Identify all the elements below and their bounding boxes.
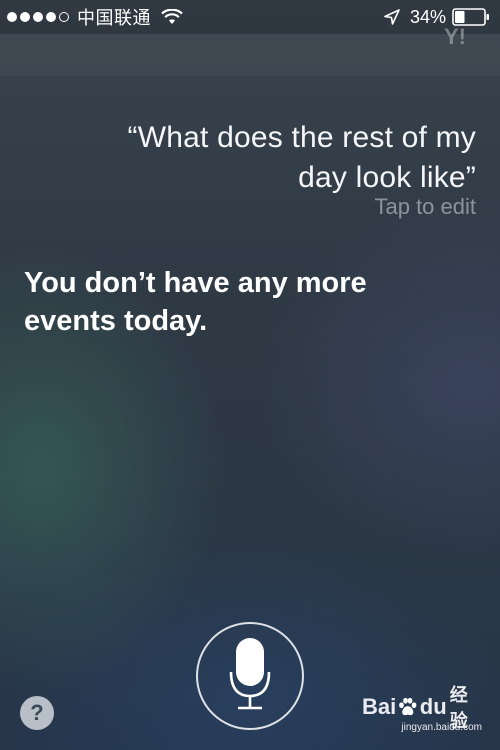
battery-percent: 34% bbox=[409, 6, 446, 27]
signal-dot bbox=[7, 12, 17, 22]
signal-dot bbox=[59, 12, 69, 22]
yahoo-logo-icon: Y! bbox=[444, 26, 466, 48]
status-bar: 中国联通 34% bbox=[0, 0, 500, 34]
siri-query-text[interactable]: “What does the rest of my day look like” bbox=[96, 118, 476, 198]
microphone-icon bbox=[229, 638, 271, 710]
microphone-button[interactable] bbox=[196, 622, 304, 730]
wifi-icon bbox=[161, 9, 183, 24]
siri-answer-text: You don’t have any more events today. bbox=[24, 267, 367, 337]
baidu-jingyan-watermark: Bai du 经验 jingyan.baidu.com bbox=[362, 685, 482, 738]
location-arrow-icon bbox=[384, 9, 400, 25]
paw-icon bbox=[399, 697, 417, 716]
battery-icon bbox=[452, 8, 489, 26]
siri-screen: 中国联通 34% Y! “What does the rest of my da… bbox=[0, 0, 500, 750]
signal-dot bbox=[46, 12, 56, 22]
baidu-logo-text: Bai bbox=[362, 694, 397, 719]
status-right: 34% bbox=[384, 6, 490, 28]
help-button[interactable]: ? bbox=[20, 696, 54, 730]
signal-dot bbox=[33, 12, 43, 22]
baidu-logo-text-du: du bbox=[419, 694, 447, 719]
tap-to-edit-hint[interactable]: Tap to edit bbox=[374, 194, 476, 220]
baidu-logo: Bai du 经验 bbox=[362, 685, 482, 732]
signal-strength-icon bbox=[7, 12, 69, 22]
carrier-name: 中国联通 bbox=[77, 8, 151, 29]
siri-header-band bbox=[0, 34, 500, 76]
status-left: 中国联通 bbox=[7, 6, 183, 29]
signal-dot bbox=[20, 12, 30, 22]
watermark-url: jingyan.baidu.com bbox=[401, 722, 482, 733]
